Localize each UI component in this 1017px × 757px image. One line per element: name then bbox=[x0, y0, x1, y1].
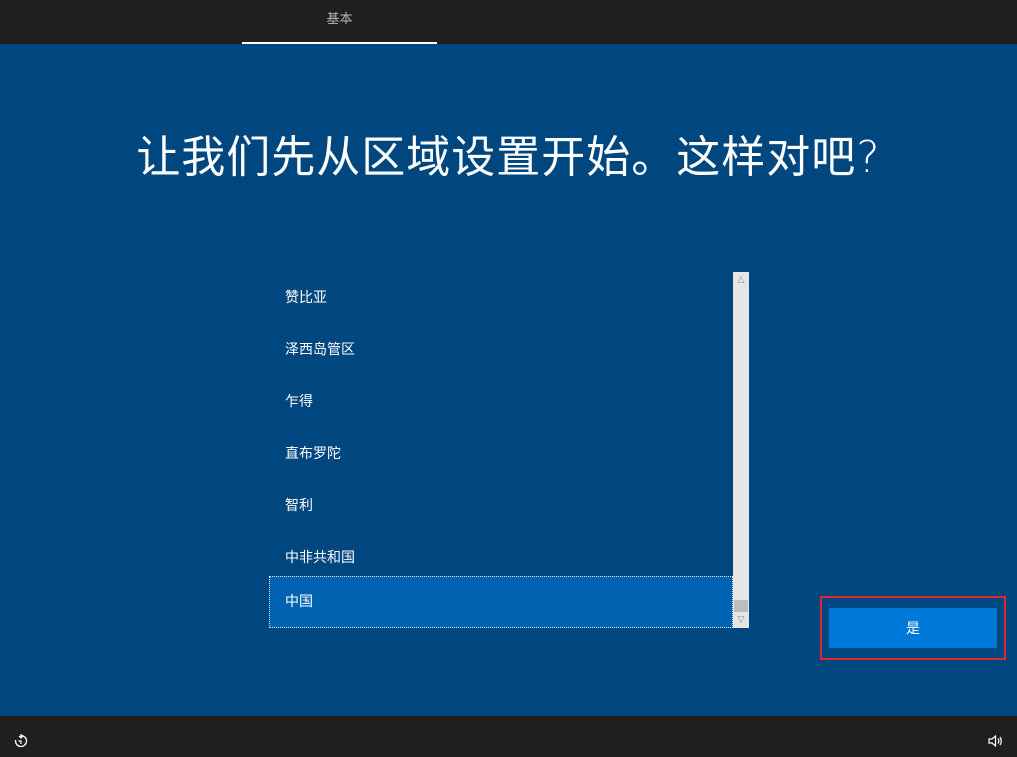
region-list-scrollbar[interactable]: △ ▽ bbox=[733, 272, 749, 628]
list-item[interactable]: 智利 bbox=[269, 480, 733, 532]
scroll-down-icon[interactable]: ▽ bbox=[733, 612, 749, 628]
page-title: 让我们先从区域设置开始。这样对吧? bbox=[136, 132, 881, 183]
yes-button[interactable]: 是 bbox=[829, 608, 997, 648]
bottom-bar bbox=[0, 716, 1017, 757]
volume-icon[interactable] bbox=[986, 732, 1004, 750]
list-item[interactable]: 赞比亚 bbox=[269, 272, 733, 324]
scroll-up-icon[interactable]: △ bbox=[733, 272, 749, 288]
list-item[interactable]: 乍得 bbox=[269, 376, 733, 428]
region-list-items: 赞比亚 泽西岛管区 乍得 直布罗陀 智利 中非共和国 中国 bbox=[269, 272, 733, 628]
tab-basics[interactable]: 基本 bbox=[242, 0, 437, 44]
top-bar: 基本 bbox=[0, 0, 1017, 44]
region-list[interactable]: 赞比亚 泽西岛管区 乍得 直布罗陀 智利 中非共和国 中国 △ ▽ bbox=[269, 272, 749, 628]
list-item-selected[interactable]: 中国 bbox=[269, 576, 733, 628]
accessibility-icon[interactable] bbox=[12, 732, 30, 750]
scrollbar-thumb[interactable] bbox=[734, 600, 748, 612]
list-item[interactable]: 直布罗陀 bbox=[269, 428, 733, 480]
list-item[interactable]: 泽西岛管区 bbox=[269, 324, 733, 376]
